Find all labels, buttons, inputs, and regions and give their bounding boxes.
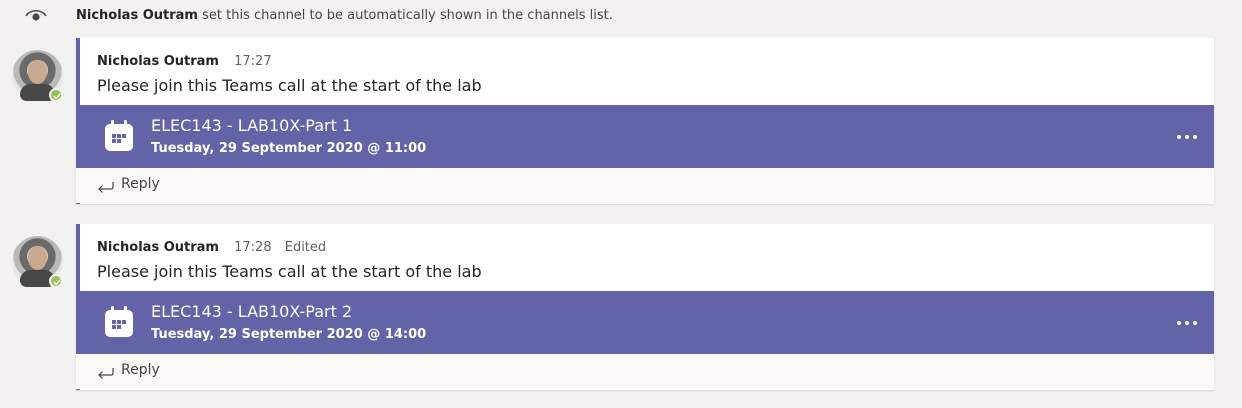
meeting-datetime: Tuesday, 29 September 2020 @ 11:00 [151, 141, 427, 156]
avatar[interactable] [12, 50, 63, 102]
message-header: Nicholas Outram 17:28 Edited [97, 240, 326, 255]
message-time: 17:27 [234, 54, 272, 69]
message-text: Please join this Teams call at the start… [97, 262, 482, 281]
reply-button[interactable]: Reply [76, 168, 1214, 203]
message-header: Nicholas Outram 17:27 [97, 54, 272, 69]
message-text: Please join this Teams call at the start… [97, 76, 482, 95]
more-options-icon[interactable] [1176, 127, 1198, 147]
calendar-icon [105, 306, 133, 337]
meeting-card[interactable]: ELEC143 - LAB10X-Part 2 Tuesday, 29 Sept… [80, 291, 1214, 354]
reply-button[interactable]: Reply [76, 354, 1214, 389]
avatar-face [28, 60, 47, 84]
message-card: Nicholas Outram 17:28 Edited Please join… [76, 224, 1214, 390]
reply-label: Reply [121, 176, 160, 192]
more-options-icon[interactable] [1176, 313, 1198, 333]
system-message-text: Nicholas Outram set this channel to be a… [76, 8, 613, 23]
meeting-title[interactable]: ELEC143 - LAB10X-Part 1 [151, 116, 352, 135]
system-message-body: set this channel to be automatically sho… [202, 8, 613, 23]
meeting-title[interactable]: ELEC143 - LAB10X-Part 2 [151, 302, 352, 321]
system-message: Nicholas Outram set this channel to be a… [0, 0, 1242, 32]
presence-available-icon [49, 274, 63, 288]
author-name[interactable]: Nicholas Outram [97, 54, 219, 69]
avatar-face [28, 246, 47, 270]
reply-label: Reply [121, 362, 160, 378]
edited-label: Edited [284, 240, 327, 255]
meeting-card[interactable]: ELEC143 - LAB10X-Part 1 Tuesday, 29 Sept… [80, 105, 1214, 168]
system-message-actor: Nicholas Outram [76, 8, 198, 23]
calendar-icon [105, 120, 133, 151]
eye-icon [25, 10, 47, 21]
meeting-datetime: Tuesday, 29 September 2020 @ 14:00 [151, 327, 427, 342]
reply-icon [98, 368, 114, 379]
presence-available-icon [49, 88, 63, 102]
message-card: Nicholas Outram 17:27 Please join this T… [76, 38, 1214, 204]
reply-icon [98, 182, 114, 193]
avatar[interactable] [12, 236, 63, 288]
message-time: 17:28 [234, 240, 272, 255]
author-name[interactable]: Nicholas Outram [97, 240, 219, 255]
